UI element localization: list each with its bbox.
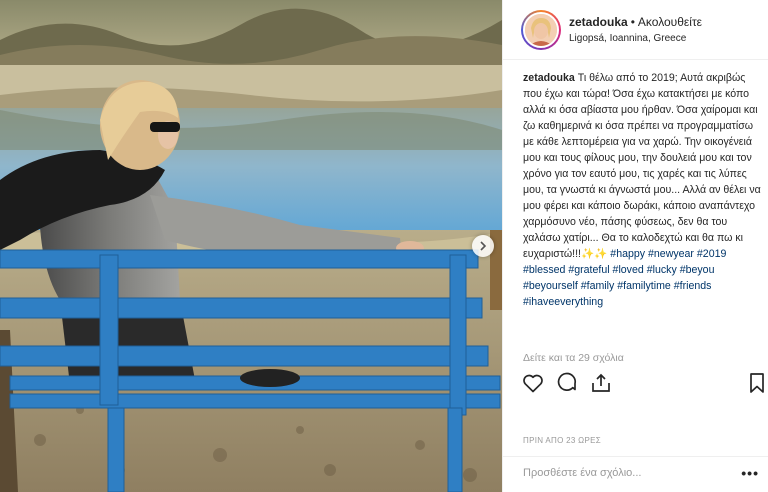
avatar-image (523, 12, 559, 48)
bookmark-icon[interactable] (745, 371, 768, 395)
share-icon[interactable] (589, 371, 613, 395)
hashtag[interactable]: #friends (674, 280, 712, 292)
hashtag[interactable]: #happy (610, 248, 645, 260)
hashtag[interactable]: #grateful (568, 264, 609, 276)
next-photo-button[interactable] (472, 235, 494, 257)
hashtag[interactable]: #familytime (617, 280, 671, 292)
caption-username[interactable]: zetadouka (523, 72, 575, 84)
avatar[interactable] (521, 10, 561, 50)
post-photo[interactable] (0, 0, 502, 492)
comment-icon[interactable] (555, 371, 579, 395)
hashtag[interactable]: #blessed (523, 264, 565, 276)
hashtag[interactable]: #ihaveeverything (523, 296, 603, 308)
hashtag[interactable]: #newyear (648, 248, 694, 260)
post-header: zetadouka • Ακολουθείτε Ligopsá, Ioannina,… (503, 0, 768, 60)
username-link[interactable]: zetadouka (569, 15, 628, 29)
hashtag[interactable]: #beyou (680, 264, 715, 276)
heart-icon[interactable] (521, 371, 545, 395)
caption: zetadouka Τι θέλω από το 2019; Αυτά ακρι… (523, 70, 765, 310)
hashtag[interactable]: #family (581, 280, 615, 292)
comment-input[interactable] (523, 467, 723, 479)
post-timestamp: ΠΡΙΝ ΑΠΟ 23 ΩΡΕΣ (523, 436, 601, 445)
location-link[interactable]: Ligopsá, Ioannina, Greece (569, 33, 686, 44)
hashtag[interactable]: #lucky (647, 264, 677, 276)
hashtag[interactable]: #beyourself (523, 280, 578, 292)
photo-canvas (0, 0, 502, 492)
header-user-line: zetadouka • Ακολουθείτε (569, 15, 702, 29)
comment-bar: ••• (503, 456, 768, 492)
following-button[interactable]: Ακολουθείτε (638, 15, 702, 29)
hashtag[interactable]: #2019 (697, 248, 726, 260)
separator-dot: • (630, 15, 635, 29)
caption-text: Τι θέλω από το 2019; Αυτά ακριβώς που έχ… (523, 72, 761, 260)
more-options-button[interactable]: ••• (741, 465, 759, 481)
view-all-comments-link[interactable]: Δείτε και τα 29 σχόλια (523, 352, 624, 364)
action-bar (503, 366, 768, 400)
avatar-photo (525, 14, 557, 46)
post-side-panel: zetadouka • Ακολουθείτε Ligopsá, Ioannina,… (502, 0, 768, 492)
hashtag[interactable]: #loved (613, 264, 644, 276)
chevron-right-icon (480, 241, 487, 251)
